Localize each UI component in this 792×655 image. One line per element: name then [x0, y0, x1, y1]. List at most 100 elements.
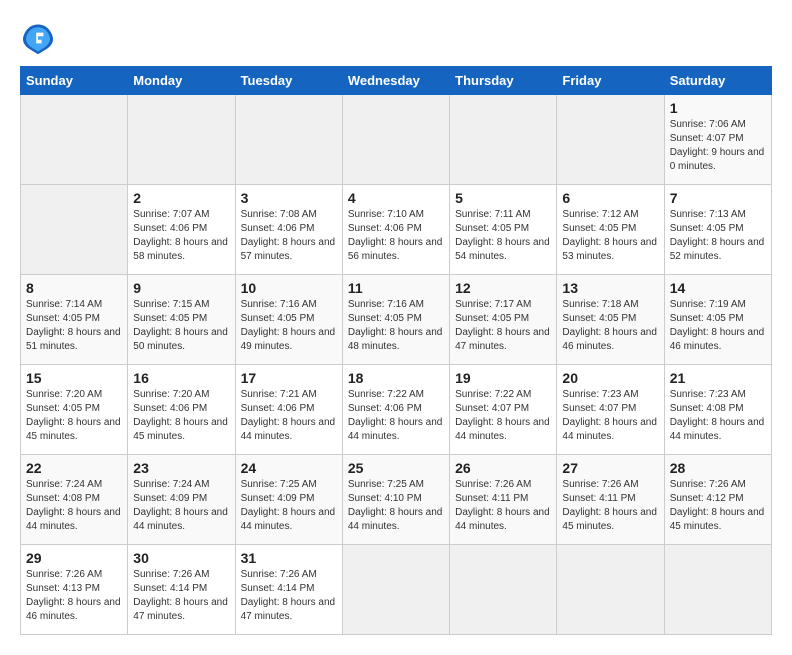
day-number: 31 — [241, 550, 337, 566]
day-info: Sunrise: 7:22 AM Sunset: 4:06 PM Dayligh… — [348, 388, 444, 444]
col-header-friday: Friday — [557, 67, 664, 95]
day-number: 24 — [241, 460, 337, 476]
day-info: Sunrise: 7:16 AM Sunset: 4:05 PM Dayligh… — [241, 298, 337, 354]
empty-cell — [235, 95, 342, 185]
logo — [20, 20, 62, 56]
day-info: Sunrise: 7:26 AM Sunset: 4:14 PM Dayligh… — [241, 568, 337, 624]
day-number: 20 — [562, 370, 658, 386]
calendar-cell-day-22: 22 Sunrise: 7:24 AM Sunset: 4:08 PM Dayl… — [21, 455, 128, 545]
calendar-week-row: 29 Sunrise: 7:26 AM Sunset: 4:13 PM Dayl… — [21, 545, 772, 635]
day-info: Sunrise: 7:25 AM Sunset: 4:10 PM Dayligh… — [348, 478, 444, 534]
day-number: 18 — [348, 370, 444, 386]
day-info: Sunrise: 7:07 AM Sunset: 4:06 PM Dayligh… — [133, 208, 229, 264]
calendar-week-row: 1 Sunrise: 7:06 AM Sunset: 4:07 PM Dayli… — [21, 95, 772, 185]
col-header-saturday: Saturday — [664, 67, 771, 95]
calendar-week-row: 2 Sunrise: 7:07 AM Sunset: 4:06 PM Dayli… — [21, 185, 772, 275]
calendar-cell-day-19: 19 Sunrise: 7:22 AM Sunset: 4:07 PM Dayl… — [450, 365, 557, 455]
day-number: 15 — [26, 370, 122, 386]
calendar-cell-day-6: 6 Sunrise: 7:12 AM Sunset: 4:05 PM Dayli… — [557, 185, 664, 275]
calendar-cell-day-27: 27 Sunrise: 7:26 AM Sunset: 4:11 PM Dayl… — [557, 455, 664, 545]
day-info: Sunrise: 7:26 AM Sunset: 4:14 PM Dayligh… — [133, 568, 229, 624]
empty-cell — [21, 95, 128, 185]
day-number: 13 — [562, 280, 658, 296]
empty-cell — [21, 185, 128, 275]
day-info: Sunrise: 7:19 AM Sunset: 4:05 PM Dayligh… — [670, 298, 766, 354]
calendar-week-row: 8 Sunrise: 7:14 AM Sunset: 4:05 PM Dayli… — [21, 275, 772, 365]
day-info: Sunrise: 7:18 AM Sunset: 4:05 PM Dayligh… — [562, 298, 658, 354]
calendar-cell-day-12: 12 Sunrise: 7:17 AM Sunset: 4:05 PM Dayl… — [450, 275, 557, 365]
day-info: Sunrise: 7:24 AM Sunset: 4:09 PM Dayligh… — [133, 478, 229, 534]
day-number: 22 — [26, 460, 122, 476]
calendar-cell-day-26: 26 Sunrise: 7:26 AM Sunset: 4:11 PM Dayl… — [450, 455, 557, 545]
day-info: Sunrise: 7:26 AM Sunset: 4:12 PM Dayligh… — [670, 478, 766, 534]
day-number: 29 — [26, 550, 122, 566]
day-number: 19 — [455, 370, 551, 386]
empty-cell — [664, 545, 771, 635]
calendar-cell-day-5: 5 Sunrise: 7:11 AM Sunset: 4:05 PM Dayli… — [450, 185, 557, 275]
calendar-cell-day-1: 1 Sunrise: 7:06 AM Sunset: 4:07 PM Dayli… — [664, 95, 771, 185]
calendar-cell-day-29: 29 Sunrise: 7:26 AM Sunset: 4:13 PM Dayl… — [21, 545, 128, 635]
calendar-table: SundayMondayTuesdayWednesdayThursdayFrid… — [20, 66, 772, 635]
day-info: Sunrise: 7:11 AM Sunset: 4:05 PM Dayligh… — [455, 208, 551, 264]
empty-cell — [342, 545, 449, 635]
calendar-cell-day-16: 16 Sunrise: 7:20 AM Sunset: 4:06 PM Dayl… — [128, 365, 235, 455]
day-number: 8 — [26, 280, 122, 296]
calendar-cell-day-23: 23 Sunrise: 7:24 AM Sunset: 4:09 PM Dayl… — [128, 455, 235, 545]
calendar-cell-day-7: 7 Sunrise: 7:13 AM Sunset: 4:05 PM Dayli… — [664, 185, 771, 275]
day-number: 11 — [348, 280, 444, 296]
day-info: Sunrise: 7:21 AM Sunset: 4:06 PM Dayligh… — [241, 388, 337, 444]
calendar-cell-day-30: 30 Sunrise: 7:26 AM Sunset: 4:14 PM Dayl… — [128, 545, 235, 635]
day-info: Sunrise: 7:20 AM Sunset: 4:06 PM Dayligh… — [133, 388, 229, 444]
calendar-cell-day-9: 9 Sunrise: 7:15 AM Sunset: 4:05 PM Dayli… — [128, 275, 235, 365]
day-number: 2 — [133, 190, 229, 206]
day-info: Sunrise: 7:22 AM Sunset: 4:07 PM Dayligh… — [455, 388, 551, 444]
calendar-cell-day-15: 15 Sunrise: 7:20 AM Sunset: 4:05 PM Dayl… — [21, 365, 128, 455]
day-number: 27 — [562, 460, 658, 476]
day-number: 23 — [133, 460, 229, 476]
col-header-tuesday: Tuesday — [235, 67, 342, 95]
calendar-header-row: SundayMondayTuesdayWednesdayThursdayFrid… — [21, 67, 772, 95]
day-info: Sunrise: 7:08 AM Sunset: 4:06 PM Dayligh… — [241, 208, 337, 264]
calendar-cell-day-20: 20 Sunrise: 7:23 AM Sunset: 4:07 PM Dayl… — [557, 365, 664, 455]
day-info: Sunrise: 7:16 AM Sunset: 4:05 PM Dayligh… — [348, 298, 444, 354]
calendar-cell-day-14: 14 Sunrise: 7:19 AM Sunset: 4:05 PM Dayl… — [664, 275, 771, 365]
day-info: Sunrise: 7:26 AM Sunset: 4:11 PM Dayligh… — [562, 478, 658, 534]
day-number: 28 — [670, 460, 766, 476]
day-info: Sunrise: 7:25 AM Sunset: 4:09 PM Dayligh… — [241, 478, 337, 534]
day-info: Sunrise: 7:23 AM Sunset: 4:07 PM Dayligh… — [562, 388, 658, 444]
day-number: 14 — [670, 280, 766, 296]
calendar-cell-day-3: 3 Sunrise: 7:08 AM Sunset: 4:06 PM Dayli… — [235, 185, 342, 275]
calendar-cell-day-13: 13 Sunrise: 7:18 AM Sunset: 4:05 PM Dayl… — [557, 275, 664, 365]
day-number: 25 — [348, 460, 444, 476]
day-number: 16 — [133, 370, 229, 386]
day-number: 1 — [670, 100, 766, 116]
empty-cell — [557, 545, 664, 635]
calendar-cell-day-8: 8 Sunrise: 7:14 AM Sunset: 4:05 PM Dayli… — [21, 275, 128, 365]
col-header-monday: Monday — [128, 67, 235, 95]
empty-cell — [557, 95, 664, 185]
day-info: Sunrise: 7:06 AM Sunset: 4:07 PM Dayligh… — [670, 118, 766, 174]
calendar-cell-day-25: 25 Sunrise: 7:25 AM Sunset: 4:10 PM Dayl… — [342, 455, 449, 545]
day-number: 7 — [670, 190, 766, 206]
col-header-wednesday: Wednesday — [342, 67, 449, 95]
calendar-cell-day-17: 17 Sunrise: 7:21 AM Sunset: 4:06 PM Dayl… — [235, 365, 342, 455]
calendar-cell-day-18: 18 Sunrise: 7:22 AM Sunset: 4:06 PM Dayl… — [342, 365, 449, 455]
logo-icon — [20, 20, 56, 56]
day-number: 17 — [241, 370, 337, 386]
empty-cell — [450, 545, 557, 635]
day-info: Sunrise: 7:10 AM Sunset: 4:06 PM Dayligh… — [348, 208, 444, 264]
day-number: 5 — [455, 190, 551, 206]
day-info: Sunrise: 7:26 AM Sunset: 4:13 PM Dayligh… — [26, 568, 122, 624]
calendar-cell-day-21: 21 Sunrise: 7:23 AM Sunset: 4:08 PM Dayl… — [664, 365, 771, 455]
day-number: 4 — [348, 190, 444, 206]
day-number: 9 — [133, 280, 229, 296]
day-info: Sunrise: 7:14 AM Sunset: 4:05 PM Dayligh… — [26, 298, 122, 354]
day-info: Sunrise: 7:13 AM Sunset: 4:05 PM Dayligh… — [670, 208, 766, 264]
day-number: 30 — [133, 550, 229, 566]
day-info: Sunrise: 7:26 AM Sunset: 4:11 PM Dayligh… — [455, 478, 551, 534]
day-number: 6 — [562, 190, 658, 206]
day-info: Sunrise: 7:17 AM Sunset: 4:05 PM Dayligh… — [455, 298, 551, 354]
calendar-cell-day-11: 11 Sunrise: 7:16 AM Sunset: 4:05 PM Dayl… — [342, 275, 449, 365]
calendar-cell-day-28: 28 Sunrise: 7:26 AM Sunset: 4:12 PM Dayl… — [664, 455, 771, 545]
day-number: 3 — [241, 190, 337, 206]
